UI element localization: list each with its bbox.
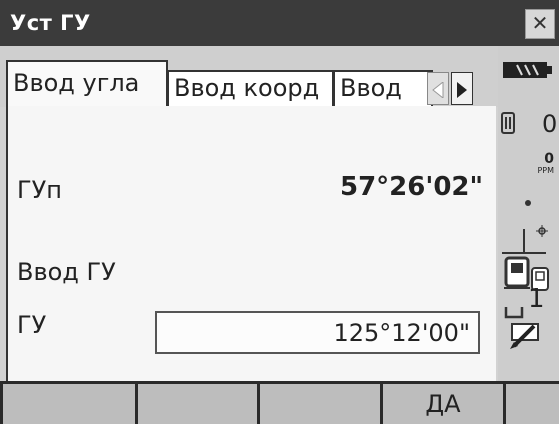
battery-icon — [503, 60, 553, 84]
softkey-5[interactable] — [506, 384, 559, 424]
page-number: 1 — [528, 284, 545, 314]
tab-bar: Ввод коорд Ввод Ввод угла — [0, 46, 500, 107]
tab-label: Ввод — [340, 74, 402, 102]
input-heading: Ввод ГУ — [17, 258, 116, 286]
tab-label: Ввод коорд — [174, 74, 320, 102]
tab-prev-button[interactable] — [427, 72, 449, 105]
ppm-unit: PPM — [537, 166, 554, 175]
tab-coord-input[interactable]: Ввод коорд — [167, 70, 334, 107]
ppm-value: 0 — [544, 151, 554, 167]
ppm-icon: 0 PPM — [524, 152, 554, 175]
close-button[interactable]: ✕ — [525, 9, 555, 39]
softkey-2[interactable] — [138, 384, 257, 424]
softkey-3[interactable] — [260, 384, 380, 424]
close-icon: ✕ — [531, 11, 549, 35]
tab-input[interactable]: Ввод — [333, 70, 433, 107]
gun-label: ГУп — [17, 176, 62, 204]
dot-icon — [525, 200, 531, 206]
prism-icon — [500, 112, 516, 138]
softkey-ok[interactable]: ДА — [383, 384, 503, 424]
arrow-left-icon — [432, 82, 444, 98]
tab-label: Ввод угла — [13, 69, 140, 97]
gun-value: 57°26'02" — [340, 172, 484, 202]
window-title: Уст ГУ — [10, 11, 91, 35]
arrow-right-icon — [457, 82, 467, 98]
tab-next-button[interactable] — [451, 72, 473, 105]
gu-input-field[interactable]: 125°12'00" — [155, 311, 480, 354]
title-bar: Уст ГУ ✕ — [0, 0, 559, 46]
laser-plummet-icon[interactable] — [500, 219, 556, 261]
gu-label: ГУ — [17, 311, 47, 339]
gu-input-value: 125°12'00" — [333, 319, 470, 347]
softkey-1[interactable] — [3, 384, 135, 424]
prism-constant-value: 0 — [542, 110, 558, 138]
softkey-bar: ДА — [0, 381, 559, 424]
status-panel: 0 0 PPM 1 — [498, 46, 559, 381]
tab-angle-input[interactable]: Ввод угла — [6, 60, 168, 107]
edit-icon[interactable] — [506, 320, 542, 354]
